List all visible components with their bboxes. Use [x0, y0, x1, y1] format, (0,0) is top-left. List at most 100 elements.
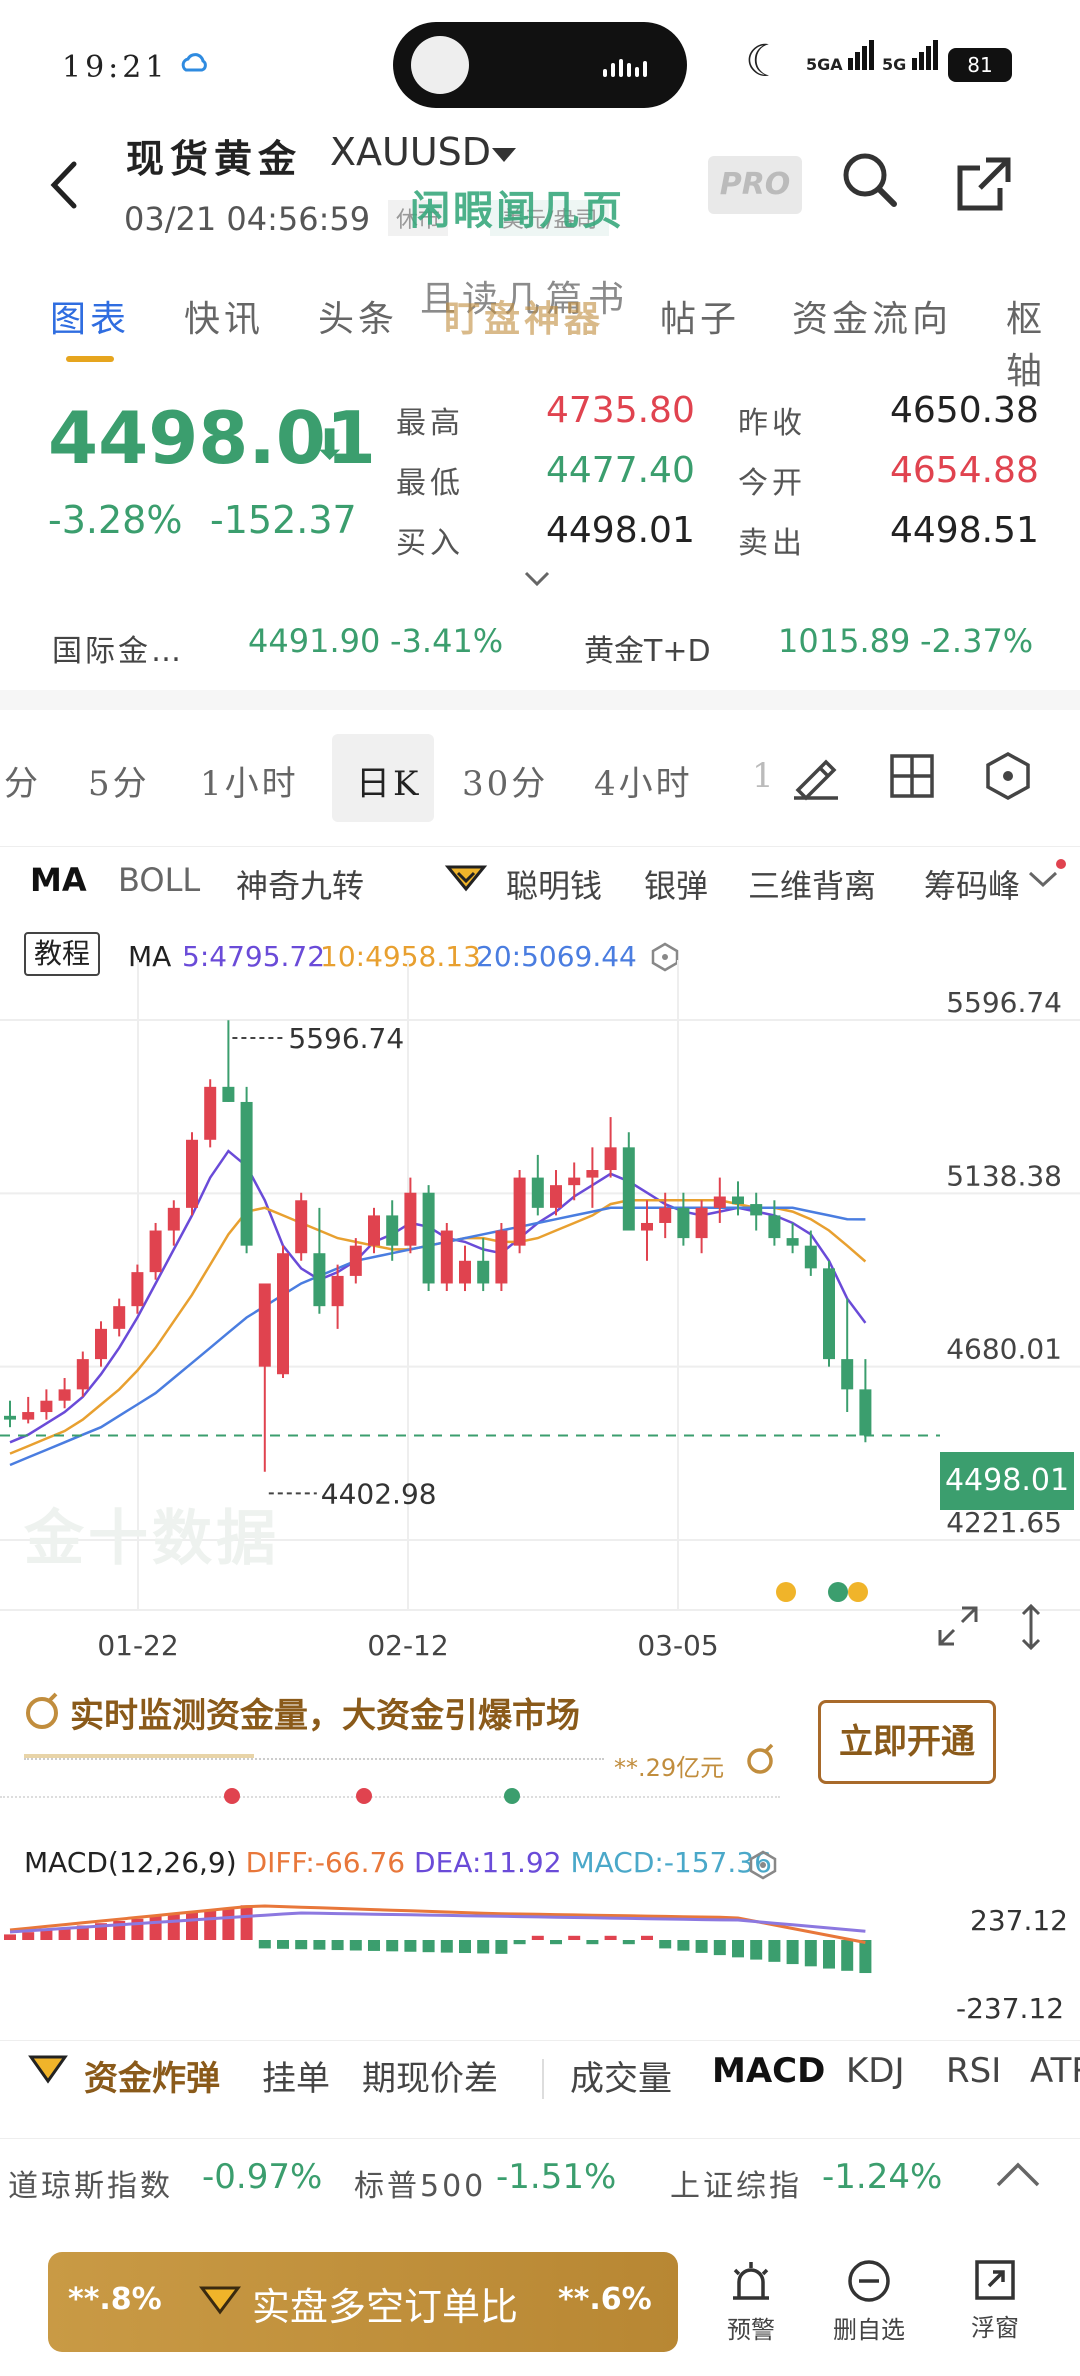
- ind-smart-money[interactable]: 聪明钱: [506, 861, 602, 907]
- cloud-icon: [180, 52, 208, 74]
- fund-monitor-promo: 实时监测资金量，大资金引爆市场 **.29亿元 立即开通: [0, 1670, 1080, 1820]
- tf-1hour[interactable]: 1小时: [200, 756, 299, 805]
- candle-body: [4, 1415, 16, 1420]
- tab-fund-flow[interactable]: 资金流向: [792, 290, 952, 342]
- tab-pivot[interactable]: 枢轴: [1006, 290, 1080, 394]
- bomb-icon: [24, 1690, 64, 1734]
- diamond-white-icon: [198, 2282, 242, 2322]
- ind-chip-peak[interactable]: 筹码峰: [924, 861, 1034, 907]
- candle-body: [786, 1238, 799, 1246]
- candle-body: [477, 1260, 490, 1284]
- settings-hexagon-icon[interactable]: [982, 750, 1034, 806]
- tab-orders[interactable]: 挂单: [262, 2051, 330, 2100]
- candle-body: [186, 1139, 198, 1208]
- related-name-2[interactable]: 黄金T+D: [584, 626, 711, 670]
- tab-volume[interactable]: 成交量: [570, 2051, 672, 2100]
- tab-atr[interactable]: ATR: [1030, 2051, 1080, 2091]
- candle: [313, 1207, 326, 1314]
- macd-bar: [604, 1935, 617, 1940]
- tf-more[interactable]: 1: [752, 756, 777, 796]
- grid-layout-icon[interactable]: [888, 752, 936, 804]
- alert-button[interactable]: 预警: [706, 2258, 796, 2345]
- index-sh-name[interactable]: 上证综指: [670, 2161, 802, 2205]
- activate-button[interactable]: 立即开通: [818, 1700, 996, 1784]
- active-tab-indicator: [66, 356, 114, 362]
- tab-macd[interactable]: MACD: [712, 2051, 825, 2091]
- macd-bar: [695, 1940, 708, 1953]
- tab-chart[interactable]: 图表: [50, 290, 130, 342]
- dynamic-island[interactable]: [393, 22, 687, 108]
- tab-kdj[interactable]: KDJ: [846, 2051, 905, 2091]
- index-ticker: 道琼斯指数 -0.97% 标普500 -1.51% 上证综指 -1.24%: [0, 2138, 1080, 2219]
- tab-basis[interactable]: 期现价差: [362, 2051, 498, 2100]
- ask-label: 卖出: [738, 526, 806, 561]
- draw-tool-icon[interactable]: [790, 750, 842, 806]
- tab-monitor[interactable]: 盯盘神器: [444, 290, 604, 342]
- candle: [750, 1192, 763, 1231]
- tab-fund-bomb[interactable]: 资金炸弹: [84, 2051, 220, 2100]
- tab-headlines[interactable]: 头条: [318, 290, 398, 342]
- macd-bar: [713, 1940, 726, 1956]
- search-icon[interactable]: [840, 150, 900, 214]
- candle-body: [76, 1359, 89, 1390]
- symbol-code[interactable]: XAUUSD: [330, 130, 491, 174]
- candle: [40, 1389, 53, 1420]
- tab-rsi[interactable]: RSI: [946, 2051, 1001, 2091]
- long-short-ratio-button[interactable]: **.8% 实盘多空订单比 **.6%: [48, 2252, 678, 2352]
- current-price-tag: 4498.01: [940, 1452, 1080, 1512]
- index-sp-name[interactable]: 标普500: [354, 2161, 486, 2205]
- candle-body: [95, 1328, 107, 1360]
- expand-quote-icon[interactable]: [524, 570, 550, 592]
- vertical-scale-icon[interactable]: [1016, 1602, 1046, 1656]
- candle-body: [641, 1222, 653, 1231]
- macd-bar: [568, 1935, 581, 1940]
- related-price-1: 4491.90: [248, 622, 381, 660]
- tab-flash[interactable]: 快讯: [184, 290, 264, 342]
- more-indicators-icon[interactable]: [1028, 869, 1058, 893]
- watermark-logo: 金十数据: [24, 1504, 280, 1574]
- candle-body: [295, 1200, 308, 1254]
- candle: [4, 1400, 16, 1428]
- candle-body: [586, 1170, 599, 1178]
- ind-silver-bullet[interactable]: 银弹: [644, 861, 708, 907]
- ind-magic-nine[interactable]: 神奇九转: [236, 861, 364, 907]
- float-window-label: 浮窗: [971, 2314, 1019, 2342]
- share-icon[interactable]: [956, 156, 1012, 216]
- max-price-label: 5596.74: [288, 1022, 404, 1055]
- y-tick-label: 5596.74: [946, 986, 1062, 1019]
- candle: [222, 1020, 235, 1102]
- macd-chart[interactable]: [0, 1880, 1080, 2030]
- back-button[interactable]: [44, 158, 84, 212]
- index-dow-name[interactable]: 道琼斯指数: [8, 2161, 173, 2205]
- ind-ma[interactable]: MA: [30, 861, 87, 899]
- signal-bars-icon-2: [911, 40, 938, 74]
- bomb-diamond-icon: [28, 2051, 68, 2089]
- tf-30min[interactable]: 30分: [462, 756, 548, 805]
- fullscreen-icon[interactable]: [936, 1604, 980, 1652]
- pro-button[interactable]: PRO: [708, 156, 802, 214]
- candle-body: [404, 1192, 417, 1246]
- bid-value: 4498.01: [546, 510, 695, 551]
- macd-settings-icon[interactable]: [748, 1850, 778, 1884]
- tf-5min[interactable]: 5分: [88, 756, 150, 805]
- candle: [113, 1298, 126, 1337]
- candle-body: [604, 1147, 617, 1171]
- tf-4hour[interactable]: 4小时: [594, 756, 693, 805]
- tf-daily[interactable]: 日K: [356, 756, 421, 805]
- macd-bar: [349, 1940, 362, 1951]
- tab-posts[interactable]: 帖子: [660, 290, 740, 342]
- macd-bar: [422, 1940, 435, 1953]
- event-dot: [828, 1582, 848, 1602]
- chevron-up-icon[interactable]: [994, 2161, 1042, 2193]
- macd-bar: [750, 1940, 763, 1960]
- signal-5g: 5G: [882, 40, 938, 74]
- remove-watchlist-button[interactable]: 删自选: [824, 2258, 914, 2345]
- ind-3d-divergence[interactable]: 三维背离: [748, 861, 876, 907]
- chevron-down-icon[interactable]: [492, 148, 516, 162]
- float-window-button[interactable]: 浮窗: [950, 2258, 1040, 2343]
- tf-minute[interactable]: 分: [4, 756, 41, 805]
- related-name-1[interactable]: 国际金…: [52, 626, 184, 670]
- ind-boll[interactable]: BOLL: [118, 861, 200, 899]
- macd-bar: [258, 1940, 271, 1949]
- low-value: 4477.40: [546, 450, 695, 491]
